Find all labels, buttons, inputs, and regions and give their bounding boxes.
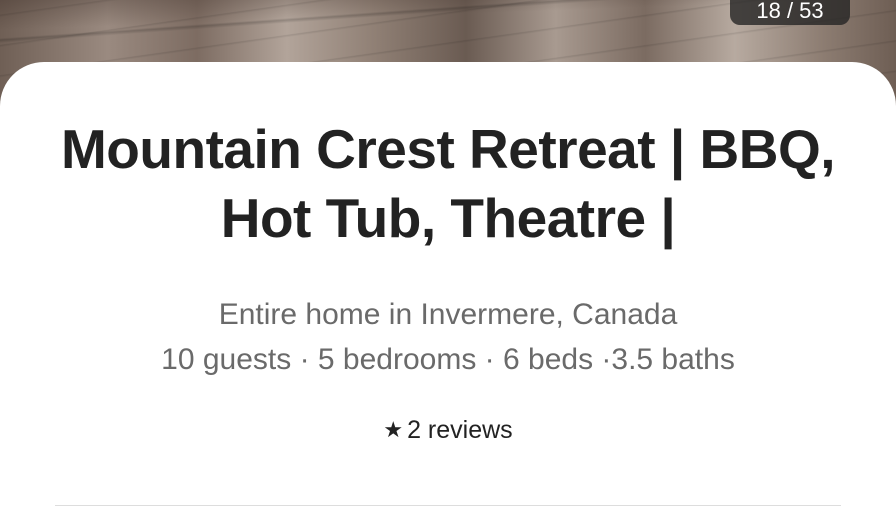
star-icon: ★ [383, 417, 404, 442]
listing-screen: 18 / 53 Mountain Crest Retreat | BBQ, Ho… [0, 0, 896, 512]
listing-location: Entire home in Invermere, Canada [218, 298, 678, 331]
reviews-link[interactable]: ★ 2 reviews [0, 414, 896, 446]
photo-counter-badge: 18 / 53 [730, 0, 850, 25]
listing-title: Mountain Crest Retreat | BBQ, Hot Tub, T… [60, 118, 836, 249]
listing-summary: Entire home in Invermere, Canada 10 gues… [60, 292, 836, 382]
section-divider [55, 505, 841, 506]
listing-capacity: 10 guests · 5 bedrooms · 6 beds ·3.5 bat… [161, 343, 735, 376]
reviews-label: 2 reviews [407, 416, 513, 444]
listing-details-sheet: Mountain Crest Retreat | BBQ, Hot Tub, T… [0, 62, 896, 512]
